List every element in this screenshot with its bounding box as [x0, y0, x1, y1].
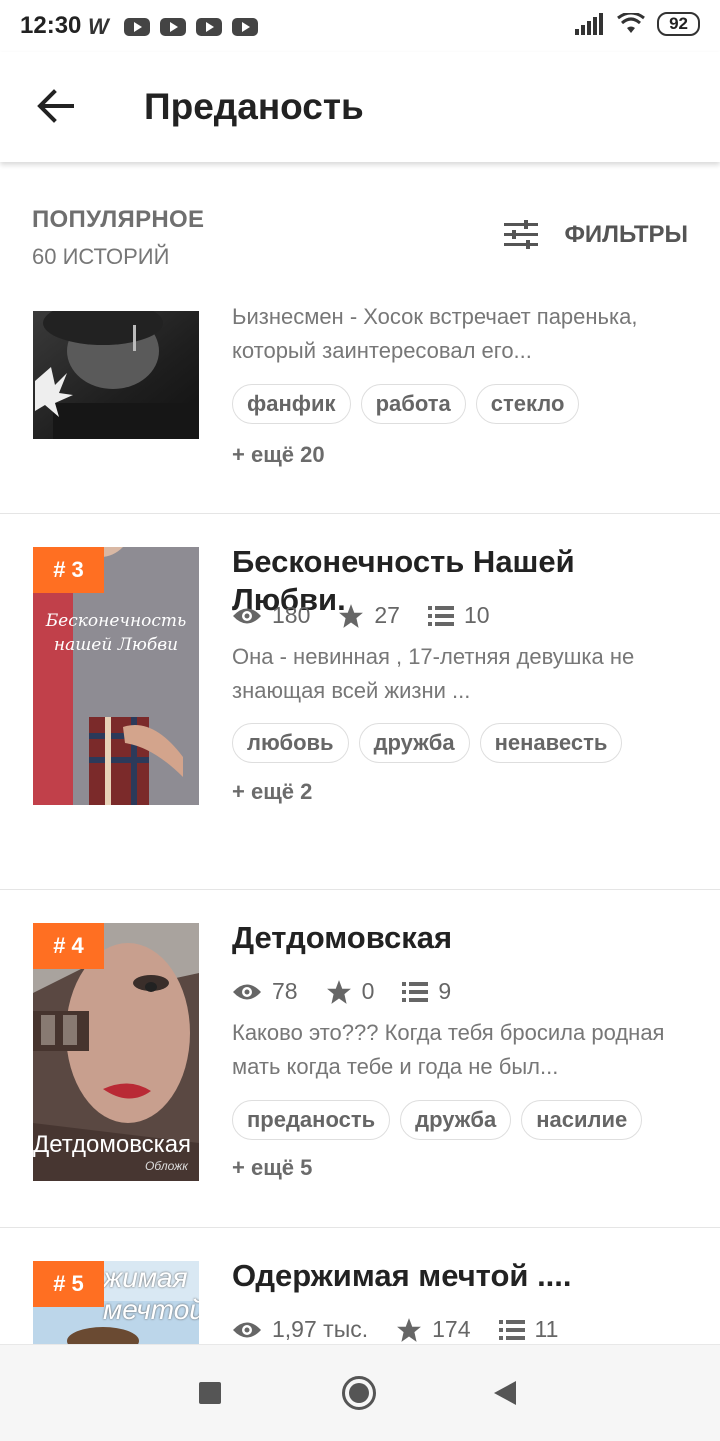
home-button[interactable]: [342, 1376, 376, 1410]
story-stats: 1,97 тыс. 174 11: [232, 1316, 586, 1343]
story-title[interactable]: Детдомовская: [232, 919, 692, 957]
story-description: Ьизнесмен - Хосок встречает паренька, ко…: [232, 304, 638, 363]
stars-count: 174: [432, 1316, 471, 1342]
story-cover[interactable]: Детдомовская Обложк # 4: [33, 923, 199, 1181]
cover-text: Бесконечность нашей Любви: [45, 611, 187, 655]
list-icon: [427, 605, 454, 626]
signal-icon: [575, 13, 604, 35]
story-description: Каково это??? Когда тебя бросила родная …: [232, 1020, 665, 1079]
cover-text: мечтой: [103, 1294, 199, 1325]
stars-stat: 174: [396, 1316, 471, 1343]
story-card[interactable]: Бесконечность нашей Любви # 3 Бесконечно…: [0, 514, 720, 888]
rank-badge: # 3: [33, 547, 104, 593]
youtube-icon: [196, 18, 222, 36]
views-stat: 1,97 тыс.: [232, 1316, 368, 1343]
parts-stat: 11: [498, 1316, 559, 1343]
eye-icon: [233, 1322, 261, 1337]
more-tags-link[interactable]: + ещё 5: [232, 1155, 312, 1181]
story-list[interactable]: ПОПУЛЯРНОЕ 60 ИСТОРИЙ ФИЛЬТРЫ Ьизнесмен …: [0, 162, 720, 1344]
views-count: 180: [272, 602, 311, 628]
views-count: 1,97 тыс.: [272, 1316, 369, 1342]
filters-button[interactable]: ФИЛЬТРЫ: [504, 220, 688, 250]
parts-stat: 9: [402, 978, 451, 1005]
story-card[interactable]: Детдомовская Обложк # 4 Детдомовская 78 …: [0, 890, 720, 1228]
story-description: Она - невинная , 17-летняя девушка не зн…: [232, 644, 635, 703]
tag-chip[interactable]: любовь: [232, 723, 349, 763]
parts-stat: 10: [427, 602, 490, 629]
battery-indicator: 92: [657, 12, 700, 36]
story-card[interactable]: жимая мечтой # 5 Одержимая мечтой .... 1…: [0, 1228, 720, 1344]
story-stats: 78 0 9: [232, 978, 479, 1005]
story-cover[interactable]: Бесконечность нашей Любви # 3: [33, 547, 199, 805]
story-cover[interactable]: [33, 311, 199, 439]
stars-stat: 27: [338, 602, 400, 629]
status-bar: 12:30 W 92: [0, 0, 720, 52]
system-back-button[interactable]: [494, 1381, 516, 1405]
list-icon: [402, 981, 429, 1002]
status-time: 12:30: [20, 12, 82, 39]
tag-chip[interactable]: ненавесть: [479, 723, 623, 763]
more-tags-link[interactable]: + ещё 20: [232, 442, 325, 468]
tag-list: фанфик работа стекло: [232, 384, 580, 424]
stars-stat: 0: [326, 978, 375, 1005]
tag-chip[interactable]: стекло: [475, 384, 580, 424]
story-count: 60 ИСТОРИЙ: [32, 244, 170, 269]
page-title: Преданость: [144, 86, 364, 127]
back-button[interactable]: [32, 82, 80, 130]
list-icon: [498, 1319, 525, 1340]
star-icon: [339, 603, 364, 628]
arrow-left-icon: [37, 89, 74, 123]
parts-count: 9: [438, 978, 452, 1004]
rank-badge: # 5: [33, 1261, 104, 1307]
cover-text: жимая: [103, 1262, 188, 1293]
rank-badge: # 4: [33, 923, 104, 969]
parts-count: 11: [534, 1316, 559, 1342]
story-cover[interactable]: жимая мечтой # 5: [33, 1261, 199, 1344]
status-right: 92: [575, 12, 700, 36]
tag-chip[interactable]: дружба: [400, 1100, 512, 1140]
story-title[interactable]: Одержимая мечтой ....: [232, 1257, 692, 1295]
more-tags-link[interactable]: + ещё 2: [232, 779, 312, 805]
app-bar: Преданость: [0, 52, 720, 162]
eye-icon: [233, 608, 261, 623]
youtube-icon: [232, 18, 258, 36]
sliders-icon: [504, 220, 539, 249]
filters-label: ФИЛЬТРЫ: [564, 221, 688, 248]
tag-chip[interactable]: дружба: [358, 723, 470, 763]
notification-icons: W: [88, 14, 258, 40]
w-app-icon: W: [88, 14, 109, 39]
tag-chip[interactable]: преданость: [232, 1100, 391, 1140]
cover-text: Детдомовская: [33, 1131, 192, 1158]
recents-button[interactable]: [199, 1382, 221, 1404]
parts-count: 10: [463, 602, 490, 628]
stars-count: 27: [374, 602, 400, 628]
tag-list: любовь дружба ненавесть: [232, 723, 623, 763]
system-nav-bar: [0, 1344, 720, 1441]
tag-chip[interactable]: работа: [360, 384, 466, 424]
star-icon: [397, 1317, 422, 1342]
wifi-icon: [617, 13, 645, 33]
eye-icon: [233, 984, 261, 999]
stars-count: 0: [361, 978, 375, 1004]
youtube-icon: [160, 18, 186, 36]
views-count: 78: [272, 978, 298, 1004]
cover-image: [33, 311, 199, 439]
story-stats: 180 27 10: [232, 602, 518, 629]
story-card[interactable]: Ьизнесмен - Хосок встречает паренька, ко…: [0, 292, 720, 514]
tag-chip[interactable]: насилие: [521, 1100, 643, 1140]
star-icon: [326, 979, 351, 1004]
section-header: ПОПУЛЯРНОЕ 60 ИСТОРИЙ: [32, 206, 204, 270]
tag-list: преданость дружба насилие: [232, 1100, 643, 1140]
tag-chip[interactable]: фанфик: [232, 384, 351, 424]
views-stat: 180: [232, 602, 310, 629]
views-stat: 78: [232, 978, 298, 1005]
youtube-icon: [124, 18, 150, 36]
section-title: ПОПУЛЯРНОЕ: [32, 206, 205, 233]
cover-subtext: Обложк: [145, 1159, 188, 1173]
